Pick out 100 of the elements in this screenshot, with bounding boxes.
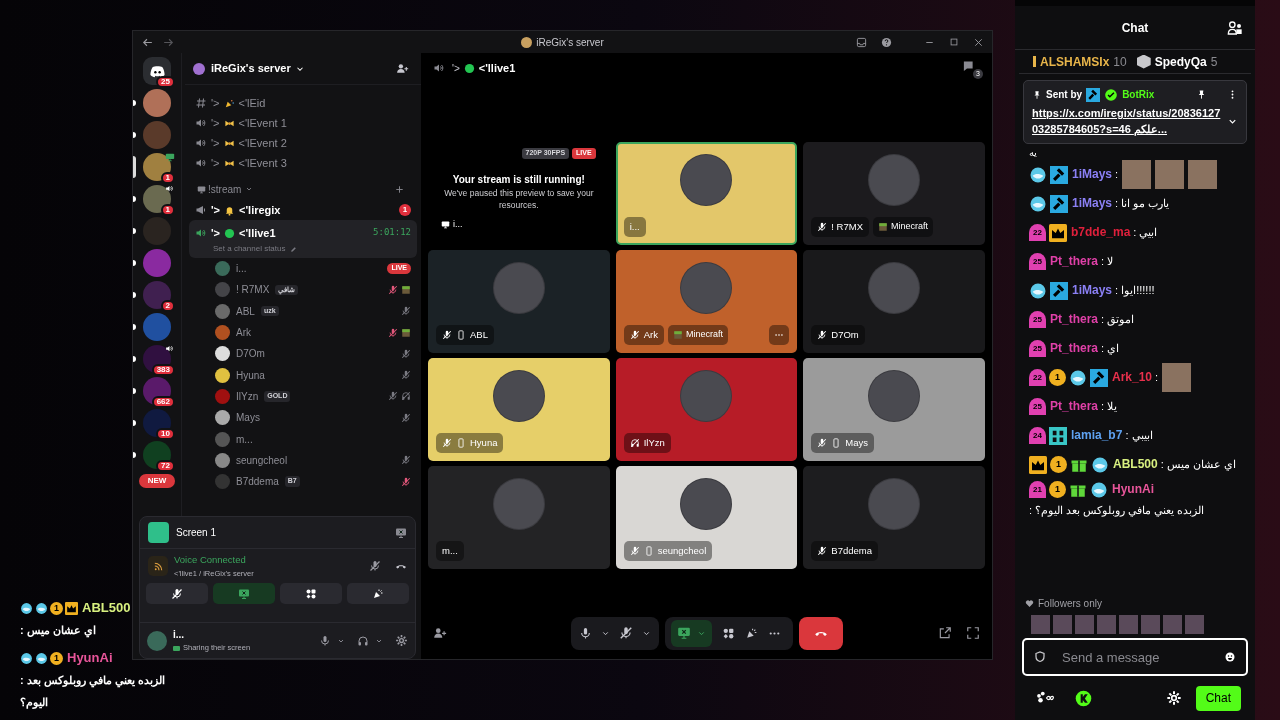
viewer-avatar bbox=[1119, 614, 1138, 634]
subscriber-badge-icon bbox=[35, 601, 48, 615]
inbox-icon[interactable] bbox=[856, 36, 867, 48]
subscriber-badge-icon bbox=[1090, 480, 1108, 499]
chat-username[interactable]: Pt_thera bbox=[1050, 309, 1099, 330]
server-icon[interactable] bbox=[143, 441, 171, 469]
message-text: : اي عشان ميس bbox=[1160, 457, 1236, 473]
stream-message: We've paused this preview to save your resources. bbox=[443, 187, 595, 211]
server-icon[interactable] bbox=[143, 377, 171, 405]
category-name[interactable]: !stream bbox=[208, 181, 242, 197]
chat-username[interactable]: ABL500 bbox=[1113, 454, 1158, 475]
fullscreen-icon[interactable] bbox=[966, 626, 980, 640]
video-tile[interactable]: IlYzn bbox=[615, 358, 798, 461]
channel-name[interactable]: ˂'lEvent 1 bbox=[238, 114, 287, 132]
user-name: D7Om bbox=[236, 347, 265, 362]
camera-off-button[interactable] bbox=[146, 583, 208, 604]
soundboard-button[interactable] bbox=[347, 583, 409, 604]
chat-username[interactable]: lamia_b7 bbox=[1071, 425, 1123, 446]
server-icon[interactable] bbox=[143, 153, 171, 181]
settings-icon[interactable] bbox=[395, 634, 408, 647]
microphone-icon[interactable] bbox=[319, 634, 331, 647]
screen-status-icon bbox=[173, 645, 180, 651]
video-tile[interactable]: Ark Minecraft bbox=[615, 250, 798, 353]
home-button[interactable] bbox=[143, 57, 171, 85]
unread-badge: 1 bbox=[399, 204, 411, 216]
headphones-icon[interactable] bbox=[357, 634, 369, 647]
more-button[interactable] bbox=[769, 325, 790, 345]
stop-stream-icon[interactable] bbox=[395, 526, 407, 539]
user-name: seungcheol bbox=[657, 543, 707, 558]
server-icon[interactable] bbox=[143, 185, 171, 213]
message-fragment: يه bbox=[1029, 146, 1038, 160]
channel-name[interactable]: ˂'lEvent 2 bbox=[238, 134, 287, 152]
level-badge: 25 bbox=[1029, 398, 1046, 415]
chat-username[interactable]: b7dde_ma bbox=[1071, 222, 1131, 243]
add-channel-icon[interactable] bbox=[394, 183, 405, 195]
maximize-icon[interactable] bbox=[949, 37, 959, 47]
channel-status[interactable]: Set a channel status bbox=[213, 243, 286, 255]
video-tile[interactable]: ABL bbox=[428, 250, 610, 353]
activity-name: Minecraft bbox=[685, 328, 723, 342]
video-tile[interactable]: ! R7MX Minecraft bbox=[803, 142, 985, 245]
video-tile[interactable]: Hyuna bbox=[428, 358, 610, 461]
bell-icon bbox=[224, 204, 236, 216]
message-input[interactable]: Send a message bbox=[1022, 638, 1248, 676]
coin-badge: 1 bbox=[50, 651, 63, 665]
pencil-icon[interactable] bbox=[289, 245, 297, 253]
chat-username[interactable]: Pt_thera bbox=[1050, 338, 1099, 359]
activities-button[interactable] bbox=[280, 583, 342, 604]
channel-name[interactable]: ˂'liregix bbox=[239, 201, 281, 219]
viewer-avatar bbox=[1075, 614, 1094, 634]
add-person-icon[interactable] bbox=[396, 62, 409, 75]
chat-username[interactable]: Pt_thera bbox=[1050, 251, 1099, 272]
channel-name[interactable]: ˂'llive1 bbox=[239, 224, 276, 242]
screen-share-button[interactable] bbox=[670, 619, 712, 647]
crown-badge-icon bbox=[65, 601, 78, 615]
verified-icon bbox=[1104, 87, 1119, 102]
megaphone-icon bbox=[195, 204, 207, 216]
user-name: i... bbox=[629, 219, 640, 234]
video-tile[interactable]: D7Om bbox=[803, 250, 985, 353]
k-logo-icon[interactable] bbox=[1075, 689, 1092, 707]
shield-icon bbox=[1034, 651, 1046, 663]
add-person-icon[interactable] bbox=[433, 626, 447, 640]
server-name[interactable]: iReGix's server bbox=[211, 60, 291, 77]
chat-username[interactable]: HyunAi bbox=[1112, 479, 1154, 500]
video-tile[interactable]: i... bbox=[615, 142, 798, 245]
message-text: : يارب مو انا bbox=[1115, 196, 1170, 212]
channel-name[interactable]: ˂'lEvent 3 bbox=[238, 154, 287, 172]
speaker-icon bbox=[195, 117, 207, 129]
emoji-icon[interactable] bbox=[1224, 651, 1236, 663]
pop-out-icon[interactable] bbox=[938, 626, 952, 640]
server-icon[interactable] bbox=[143, 409, 171, 437]
video-tile[interactable]: seungcheol bbox=[615, 466, 798, 569]
stream-title: Your stream is still running! bbox=[451, 173, 586, 187]
chat-send-button[interactable]: Chat bbox=[1195, 685, 1241, 711]
close-icon[interactable] bbox=[973, 36, 984, 48]
chat-username[interactable]: Ark_10 bbox=[1112, 367, 1153, 388]
video-tile[interactable]: Mays bbox=[803, 358, 985, 461]
activities-icon[interactable] bbox=[721, 626, 735, 640]
chat-username[interactable]: 1iMays bbox=[1072, 280, 1113, 301]
hang-up-button[interactable] bbox=[798, 616, 843, 650]
link[interactable]: https://x.com/iregix/status/2083612703285784605?s=46 علكم... bbox=[1032, 105, 1221, 137]
leader-name: ALSHAMSIx bbox=[1040, 53, 1110, 71]
help-icon[interactable] bbox=[881, 36, 892, 48]
server-icon[interactable] bbox=[143, 345, 171, 373]
chat-username[interactable]: 1iMays bbox=[1072, 193, 1113, 214]
user-name: ABL bbox=[236, 304, 255, 319]
microphone-icon[interactable] bbox=[578, 626, 592, 640]
screen-share-button[interactable] bbox=[213, 583, 275, 604]
user-name: Hyuna bbox=[470, 435, 498, 450]
unpin-icon[interactable] bbox=[1196, 89, 1207, 100]
user-list-icon[interactable] bbox=[1227, 20, 1243, 36]
video-tile[interactable]: m... bbox=[428, 466, 610, 569]
soundboard-icon[interactable] bbox=[744, 626, 758, 640]
channel-prefix: '˃ bbox=[211, 115, 220, 131]
chat-username[interactable]: Pt_thera bbox=[1050, 396, 1099, 417]
video-tile[interactable]: B7ddema bbox=[803, 466, 985, 569]
rank-icon bbox=[1033, 56, 1036, 67]
chat-username[interactable]: 1iMays bbox=[1072, 164, 1113, 185]
avatar bbox=[215, 325, 230, 341]
message-text: : الزبده يعني مافي روبلوكس بعد اليوم؟ bbox=[1029, 503, 1205, 519]
channel-name[interactable]: ˂'lEid bbox=[238, 94, 266, 112]
